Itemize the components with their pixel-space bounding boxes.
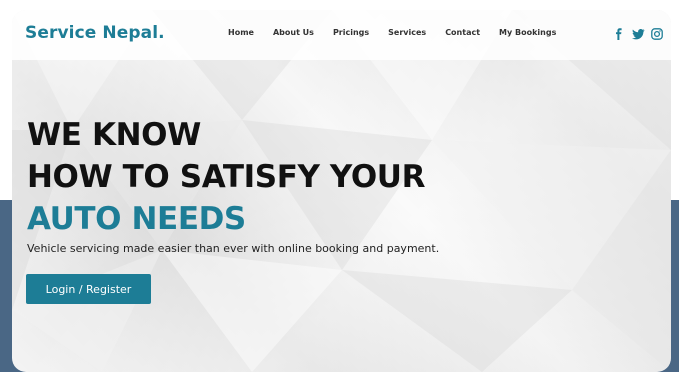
hero-line-1: WE KNOW (27, 117, 201, 153)
instagram-icon[interactable] (651, 25, 663, 40)
facebook-icon[interactable] (613, 25, 625, 40)
top-navigation-bar: Service Nepal. Home About Us Pricings Se… (12, 10, 671, 60)
hero-line-3: AUTO NEEDS (27, 201, 246, 237)
brand-logo[interactable]: Service Nepal. (25, 23, 165, 43)
nav-item-about-us[interactable]: About Us (273, 28, 314, 37)
hero-line-2: HOW TO SATISFY YOUR (27, 159, 426, 195)
hero-headline: WE KNOW HOW TO SATISFY YOUR AUTO NEEDS (27, 114, 439, 240)
hero-subtitle: Vehicle servicing made easier than ever … (27, 242, 440, 255)
twitter-icon[interactable] (632, 25, 645, 40)
hero-card: Service Nepal. Home About Us Pricings Se… (12, 10, 671, 372)
social-links (613, 25, 663, 40)
nav-item-pricings[interactable]: Pricings (333, 28, 369, 37)
nav-item-contact[interactable]: Contact (445, 28, 480, 37)
hero-section: WE KNOW HOW TO SATISFY YOUR AUTO NEEDS V… (27, 114, 439, 255)
login-register-button[interactable]: Login / Register (26, 274, 151, 304)
main-nav: Home About Us Pricings Services Contact … (228, 28, 575, 37)
nav-item-home[interactable]: Home (228, 28, 254, 37)
nav-item-my-bookings[interactable]: My Bookings (499, 28, 556, 37)
nav-item-services[interactable]: Services (388, 28, 426, 37)
